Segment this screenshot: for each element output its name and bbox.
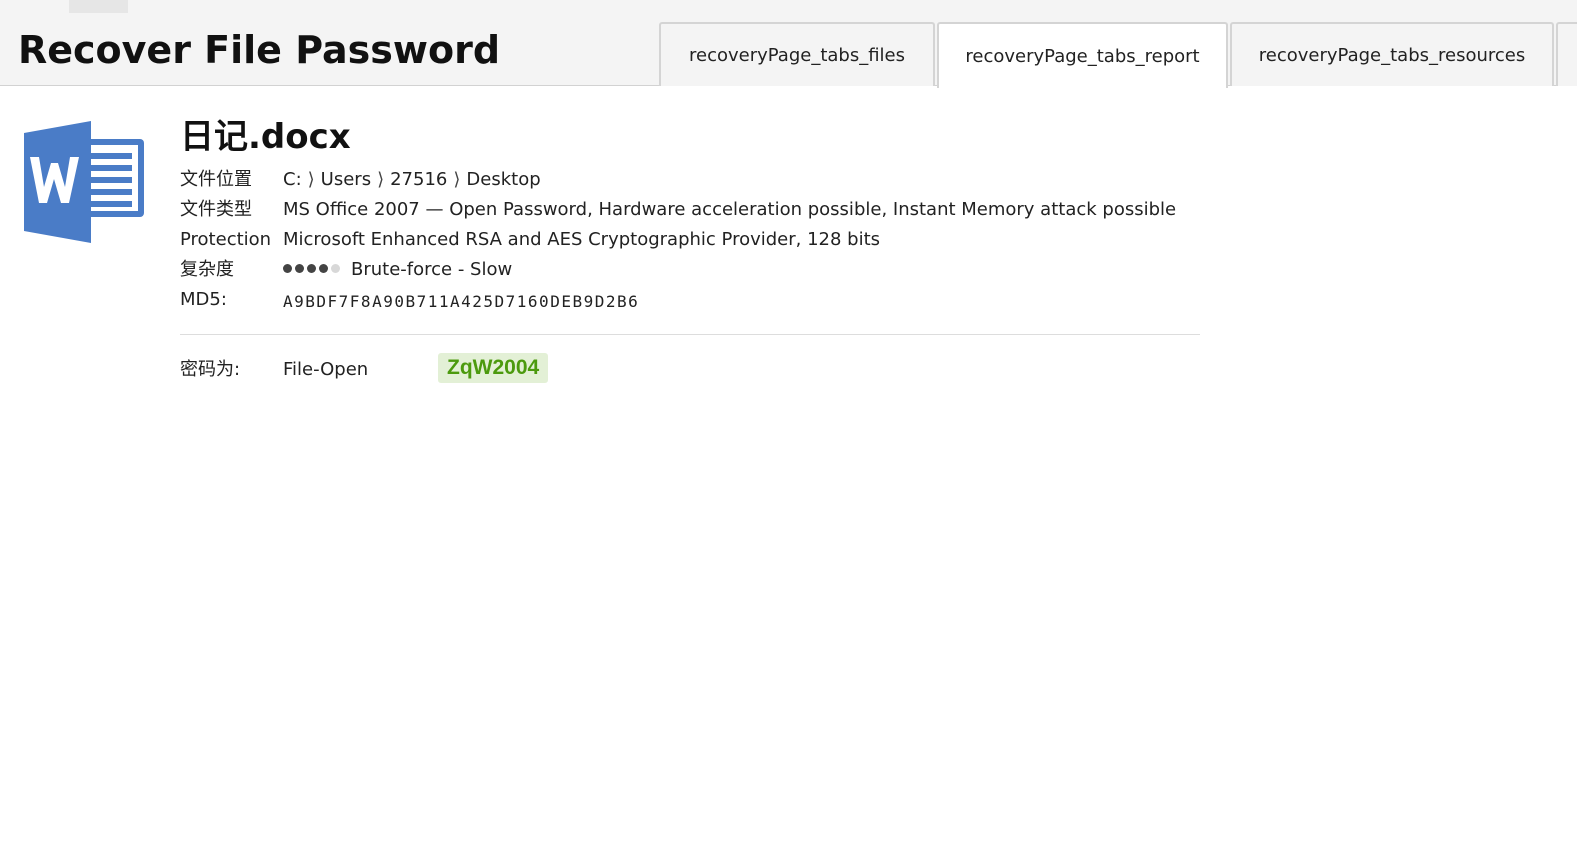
rating-dot-filled [295, 263, 304, 273]
protection-label: Protection [180, 229, 272, 250]
recovered-password[interactable]: ZqW2004 [438, 353, 549, 383]
rating-dot-filled [283, 263, 292, 273]
rating-dot-filled [307, 263, 316, 273]
rating-dot-filled [319, 263, 328, 273]
rating-dot-empty [331, 263, 340, 273]
tab-files[interactable]: recoveryPage_tabs_files [659, 22, 935, 86]
password-kind: File-Open [283, 359, 369, 380]
path-segment[interactable]: C: [283, 169, 302, 190]
chevron-right-icon: ⟩ [307, 169, 315, 190]
file-type-value: MS Office 2007 — Open Password, Hardware… [283, 199, 1177, 220]
tab-resources[interactable]: recoveryPage_tabs_resources [1230, 22, 1554, 86]
word-document-icon [24, 121, 144, 243]
section-divider [180, 334, 1200, 335]
chevron-right-icon: ⟩ [377, 169, 385, 190]
window-drag-handle[interactable] [69, 0, 128, 13]
md5-value: A9BDF7F8A90B711A425D7160DEB9D2B6 [283, 292, 640, 311]
complexity-text: Brute-force - Slow [351, 259, 513, 280]
file-location-path: C: ⟩ Users ⟩ 27516 ⟩ Desktop [283, 165, 541, 195]
file-name: 日记.docx [180, 117, 351, 157]
md5-label: MD5: [180, 289, 227, 310]
complexity-value: Brute-force - Slow [283, 255, 512, 285]
header-bar: Recover File Password recoveryPage_tabs_… [0, 0, 1577, 88]
complexity-label: 复杂度 [180, 259, 234, 280]
path-segment[interactable]: Users [321, 169, 371, 190]
tab-report[interactable]: recoveryPage_tabs_report [937, 22, 1228, 88]
file-location-label: 文件位置 [180, 169, 252, 190]
file-type-label: 文件类型 [180, 199, 252, 220]
tab-overflow[interactable] [1556, 22, 1577, 86]
chevron-right-icon: ⟩ [453, 169, 461, 190]
path-segment[interactable]: 27516 [390, 169, 447, 190]
page-title: Recover File Password [18, 28, 501, 72]
path-segment[interactable]: Desktop [466, 169, 540, 190]
protection-value: Microsoft Enhanced RSA and AES Cryptogra… [283, 229, 881, 250]
complexity-rating [283, 255, 343, 285]
password-label: 密码为: [180, 359, 241, 380]
